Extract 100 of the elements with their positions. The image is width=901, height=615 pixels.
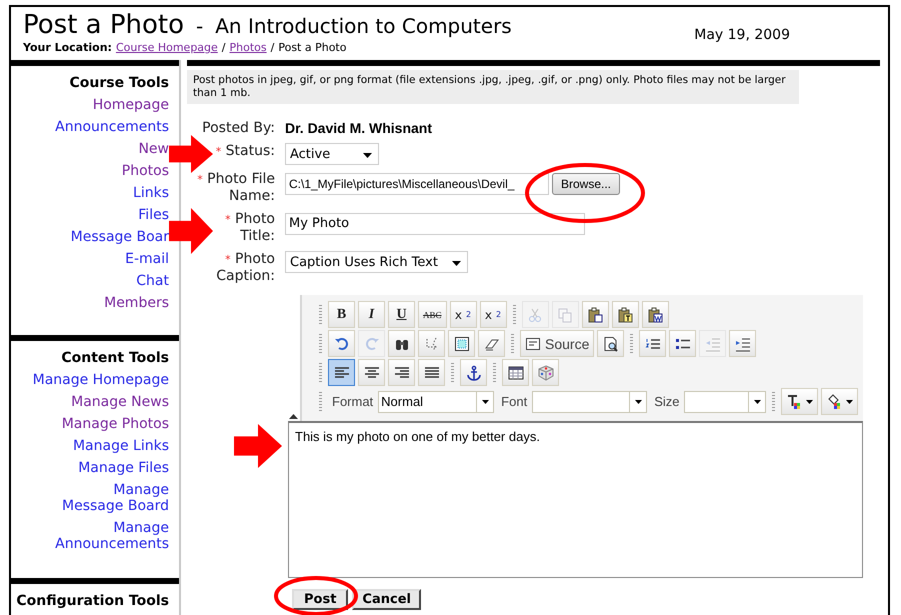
paste-button[interactable] — [582, 301, 609, 328]
find-button[interactable] — [388, 330, 415, 357]
text-color-button[interactable] — [781, 388, 818, 415]
align-center-icon — [364, 364, 380, 380]
caret-icon — [806, 400, 814, 404]
preview-icon — [602, 336, 619, 352]
sidebar-link[interactable]: Homepage — [92, 97, 169, 113]
indent-button[interactable] — [729, 330, 756, 357]
anchor-button[interactable] — [460, 359, 487, 386]
breadcrumb-link[interactable]: Course Homepage — [116, 41, 218, 54]
source-icon — [525, 336, 541, 352]
undo-button[interactable] — [328, 330, 355, 357]
posted-by-label: Posted By: — [201, 120, 275, 137]
select-field[interactable]: Active — [285, 143, 379, 165]
title-separator: - — [196, 14, 204, 38]
paste-text-icon — [617, 306, 634, 322]
course-title: An Introduction to Computers — [215, 14, 512, 38]
author-name: Dr. David M. Whisnant — [285, 120, 432, 137]
align-left-icon — [334, 364, 350, 380]
sidebar-link[interactable]: Manage Files — [78, 460, 169, 476]
caret-icon — [754, 400, 761, 404]
combo-field[interactable] — [532, 390, 648, 412]
field-label: * Status: — [214, 143, 275, 160]
caret-icon — [482, 400, 489, 404]
page-title: Post a Photo — [23, 10, 184, 40]
paste-icon — [587, 306, 604, 322]
title-field[interactable]: My Photo — [285, 213, 585, 235]
align-left-button[interactable] — [328, 359, 355, 386]
sidebar-link[interactable]: Manage Homepage — [32, 372, 169, 388]
sidebar-link[interactable]: E-mail — [125, 251, 169, 267]
sidebar-link[interactable]: Manage News — [71, 394, 169, 410]
table-button[interactable] — [502, 359, 529, 386]
breadcrumb-separator: / — [270, 41, 274, 54]
sidebar-link[interactable]: Chat — [136, 273, 169, 289]
annotation-arrow — [169, 135, 213, 173]
redo-icon — [364, 336, 380, 352]
paste-word-button[interactable] — [642, 301, 669, 328]
field-label: * Photo Title: — [224, 211, 275, 245]
sidebar-link[interactable]: Manage Message Board — [19, 482, 169, 514]
cut-icon — [527, 306, 544, 322]
combo-field[interactable]: Normal — [378, 390, 494, 412]
annotation-arrow — [234, 424, 282, 468]
justify-button[interactable] — [418, 359, 445, 386]
anchor-icon — [466, 364, 482, 380]
section-title: Course Tools — [69, 75, 169, 92]
align-right-icon — [394, 364, 410, 380]
combo-label: Size — [654, 394, 680, 409]
remove-format-button[interactable] — [478, 330, 505, 357]
paste-text-button[interactable] — [612, 301, 639, 328]
underline-button[interactable]: U — [388, 301, 415, 328]
bold-button[interactable]: B — [328, 301, 355, 328]
file-path-field[interactable]: C:\1_MyFile\pictures\Miscellaneous\Devil_ — [285, 173, 549, 195]
combo-field[interactable] — [684, 390, 766, 412]
cancel-button[interactable]: Cancel — [352, 589, 421, 610]
italic-button[interactable]: I — [358, 301, 385, 328]
sidebar-link[interactable]: Members — [104, 295, 169, 311]
copy-icon — [557, 306, 574, 322]
strike-button[interactable]: ABC — [418, 301, 447, 328]
text-color-icon — [786, 394, 802, 410]
date-text: May 19, 2009 — [694, 27, 790, 43]
sidebar-link[interactable]: New — [138, 141, 169, 157]
preview-button[interactable] — [597, 330, 624, 357]
section-title: Configuration Tools — [16, 593, 169, 610]
paste-word-icon — [647, 306, 664, 322]
source-button[interactable]: Source — [520, 330, 594, 357]
annotation-arrow — [169, 208, 213, 254]
browse-button[interactable]: Browse... — [552, 173, 620, 195]
select-all-icon — [454, 336, 470, 352]
bullet-list-button[interactable] — [669, 330, 696, 357]
superscript-button[interactable]: x$^{2}$ — [480, 301, 507, 328]
combo-label: Font — [501, 394, 528, 409]
undo-icon — [334, 336, 350, 352]
select-field[interactable]: Caption Uses Rich Text — [285, 251, 468, 273]
sidebar-link[interactable]: Manage Links — [72, 438, 169, 454]
collapse-toolbar-icon[interactable] — [289, 414, 298, 419]
upload-notice: Post photos in jpeg, gif, or png format (file extensions .jpg, .jpeg, .gif, or .png) only. Photo files may not be larger than 1 mb. — [187, 70, 799, 104]
indent-icon — [734, 336, 751, 352]
bg-color-button[interactable] — [821, 388, 858, 415]
caret-icon — [846, 400, 854, 404]
sidebar-link[interactable]: Announcements — [55, 119, 169, 135]
bg-color-icon — [826, 394, 842, 410]
sidebar-link[interactable]: Files — [138, 207, 169, 223]
editor-text-area[interactable]: This is my photo on one of my better days. — [288, 421, 863, 578]
sidebar-link[interactable]: Manage Photos — [62, 416, 169, 432]
table-icon — [508, 364, 524, 380]
justify-icon — [424, 364, 440, 380]
sidebar-link[interactable]: Manage Announcements — [19, 520, 169, 552]
outdent-icon — [704, 336, 721, 352]
align-right-button[interactable] — [388, 359, 415, 386]
caret-icon — [452, 260, 461, 266]
align-center-button[interactable] — [358, 359, 385, 386]
select-all-button[interactable] — [448, 330, 475, 357]
sidebar-link[interactable]: Photos — [122, 163, 169, 179]
sidebar-link[interactable]: Links — [133, 185, 169, 201]
ordered-list-button[interactable] — [639, 330, 666, 357]
caret-icon — [363, 152, 372, 158]
post-button[interactable]: Post — [292, 589, 348, 610]
field-label: * Photo Caption: — [215, 251, 275, 285]
breadcrumb-link[interactable]: Photos — [230, 41, 267, 54]
sidebar-link[interactable]: Message Boar — [70, 229, 169, 245]
